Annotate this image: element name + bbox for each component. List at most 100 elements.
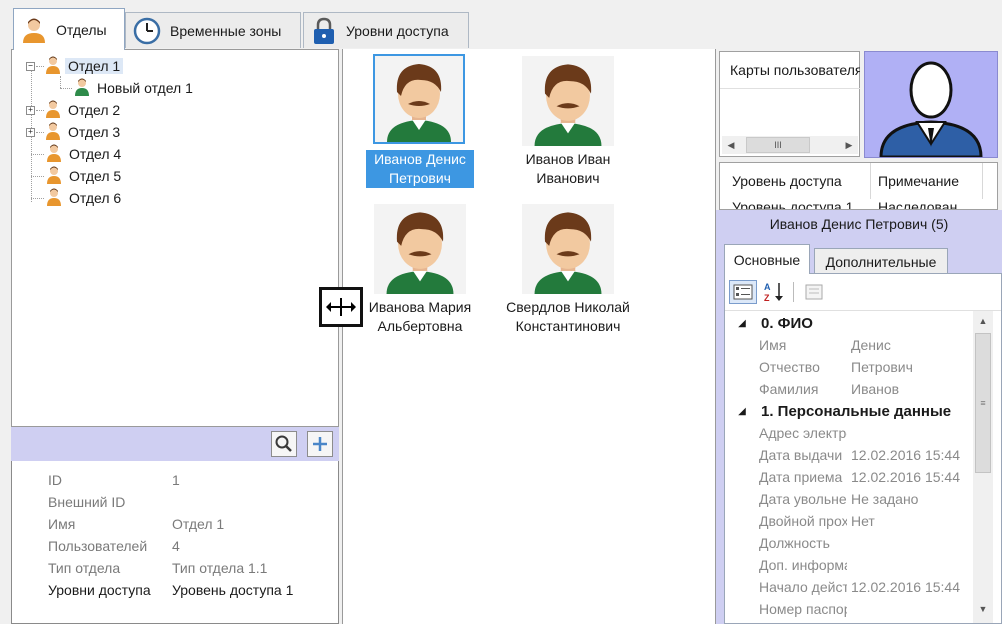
tab-additional[interactable]: Дополнительные	[814, 248, 948, 274]
property-row[interactable]: Двойной проход Нет	[725, 510, 965, 532]
department-tree: − Отдел 1 Новый отдел 1 + Отдел 2 + Отде…	[11, 49, 339, 427]
tree-item-dept-3[interactable]: + Отдел 3	[26, 121, 123, 143]
tab-access-levels[interactable]: Уровни доступа	[303, 12, 469, 48]
expand-toggle[interactable]: +	[26, 105, 35, 115]
property-row[interactable]: Номер паспорта	[725, 598, 965, 620]
employee-name-1[interactable]: Иванов Денис Петрович	[366, 150, 474, 188]
resize-splitter-handle[interactable]	[319, 287, 363, 327]
tree-item-label: Отдел 6	[69, 190, 122, 206]
prop-key: Уровни доступа	[48, 582, 151, 598]
employee-name-line: Константинович	[515, 318, 621, 334]
collapse-arrow-icon[interactable]: ◢	[733, 406, 751, 417]
property-row[interactable]: Адрес электронной почты	[725, 422, 965, 444]
tree-item-dept-1[interactable]: − Отдел 1	[26, 55, 124, 77]
tab-time-zones[interactable]: Временные зоны	[125, 12, 301, 48]
tree-item-dept-2[interactable]: + Отдел 2	[26, 99, 123, 121]
property-value: Нет	[851, 513, 875, 529]
property-row[interactable]: Фамилия Иванов	[725, 378, 965, 400]
scroll-left-arrow[interactable]: ◀	[724, 137, 738, 153]
employee-name-line: Иванов Иван	[525, 151, 611, 167]
property-key: Отчество	[759, 359, 820, 375]
prop-key: ID	[48, 472, 62, 488]
access-level-cell[interactable]: Уровень доступа 1	[732, 199, 868, 209]
property-key: Дата выдачи	[759, 447, 843, 463]
property-pages-icon	[805, 284, 823, 300]
collapse-toggle[interactable]: −	[26, 61, 35, 71]
property-key: Должность	[759, 535, 830, 551]
property-value: Иванов	[851, 381, 900, 397]
property-key: Доп. информация	[759, 557, 847, 573]
tab-main[interactable]: Основные	[724, 244, 810, 274]
tabstrip: Отделы Временные зоны Уровни доступа	[0, 0, 1002, 50]
scroll-thumb[interactable]: ≡	[975, 333, 991, 473]
employee-name-4[interactable]: Свердлов Николай Константинович	[496, 298, 640, 336]
plus-icon	[313, 437, 327, 451]
property-row[interactable]: Дата приема 12.02.2016 15:44	[725, 466, 965, 488]
tab-label: Уровни доступа	[346, 22, 449, 39]
access-levels-table: Уровень доступа Примечание Уровень досту…	[719, 162, 998, 210]
categorized-icon	[733, 284, 753, 300]
category-personal-data[interactable]: ◢ 1. Персональные данные	[725, 400, 965, 422]
avatar	[374, 204, 466, 294]
search-button[interactable]	[271, 431, 297, 457]
cards-hscrollbar[interactable]: ◀ III ▶	[722, 136, 858, 154]
employee-name-3[interactable]: Иванова Мария Альбертовна	[358, 298, 482, 336]
employee-photo[interactable]	[374, 204, 466, 294]
property-pages-button[interactable]	[803, 282, 825, 302]
scroll-thumb[interactable]: III	[746, 137, 810, 153]
property-row[interactable]: Имя Денис	[725, 334, 965, 356]
tab-departments[interactable]: Отделы	[13, 8, 125, 50]
employee-photo[interactable]	[522, 56, 614, 146]
property-key: Имя	[759, 337, 787, 353]
user-details-panel: Иванов Денис Петрович (5) Основные Допол…	[716, 210, 1002, 624]
categorized-view-button[interactable]	[729, 280, 757, 304]
access-note-cell[interactable]: Наследован	[878, 199, 978, 209]
property-key: Дата приема	[759, 469, 843, 485]
property-key: Номер паспорта	[759, 601, 847, 617]
tree-item-label: Отдел 2	[68, 102, 121, 118]
category-title: 0. ФИО	[761, 314, 813, 332]
scroll-up-arrow[interactable]: ▲	[975, 313, 991, 329]
property-row[interactable]: Должность	[725, 532, 965, 554]
sort-az-icon: A Z	[764, 282, 783, 303]
property-row[interactable]: Начало действия 12.02.2016 15:44	[725, 576, 965, 598]
property-row[interactable]: Отчество Петрович	[725, 356, 965, 378]
department-icon	[74, 78, 90, 99]
prop-key: Пользователей	[48, 538, 148, 554]
scroll-right-arrow[interactable]: ▶	[842, 137, 856, 153]
prop-row-external-id: Внешний ID	[48, 491, 172, 513]
property-row[interactable]: Доп. информация	[725, 554, 965, 576]
property-value: Не задано	[851, 491, 919, 507]
sort-alphabetical-button[interactable]: A Z	[761, 280, 787, 304]
property-row[interactable]: Дата выдачи 12.02.2016 15:44	[725, 444, 965, 466]
column-header-note[interactable]: Примечание	[878, 173, 978, 189]
department-icon	[46, 188, 62, 209]
prop-row-name: Имя Отдел 1	[48, 513, 224, 535]
add-department-button[interactable]	[307, 431, 333, 457]
search-icon	[275, 435, 292, 452]
employee-name-2[interactable]: Иванов Иван Иванович	[505, 150, 631, 188]
tree-item-dept-5[interactable]: Отдел 5	[46, 165, 124, 187]
property-vscrollbar[interactable]: ▲ ≡ ▼	[973, 311, 993, 623]
employee-photo[interactable]	[373, 54, 465, 144]
prop-value: Тип отдела 1.1	[172, 560, 268, 576]
category-fio[interactable]: ◢ 0. ФИО	[725, 312, 813, 334]
department-icon	[45, 122, 61, 143]
tree-item-label: Отдел 1	[65, 58, 124, 74]
scroll-down-arrow[interactable]: ▼	[975, 601, 991, 617]
employee-photo[interactable]	[522, 204, 614, 294]
employee-name-line: Свердлов Николай	[506, 299, 630, 315]
property-row[interactable]: Дата увольнения Не задано	[725, 488, 965, 510]
tree-item-dept-6[interactable]: Отдел 6	[46, 187, 124, 209]
tree-item-dept-4[interactable]: Отдел 4	[46, 143, 124, 165]
user-photo[interactable]	[864, 51, 998, 159]
prop-value: 1	[172, 472, 180, 488]
column-header-access-level[interactable]: Уровень доступа	[732, 173, 872, 189]
cards-header[interactable]: Карты пользователя	[730, 62, 860, 78]
prop-row-id: ID 1	[48, 469, 180, 491]
tree-item-new-dept-1[interactable]: Новый отдел 1	[74, 77, 196, 99]
collapse-arrow-icon[interactable]: ◢	[733, 318, 751, 329]
prop-row-access-levels[interactable]: Уровни доступа Уровень доступа 1	[48, 579, 293, 601]
employee-name-line: Петрович	[389, 170, 451, 186]
expand-toggle[interactable]: +	[26, 127, 35, 137]
